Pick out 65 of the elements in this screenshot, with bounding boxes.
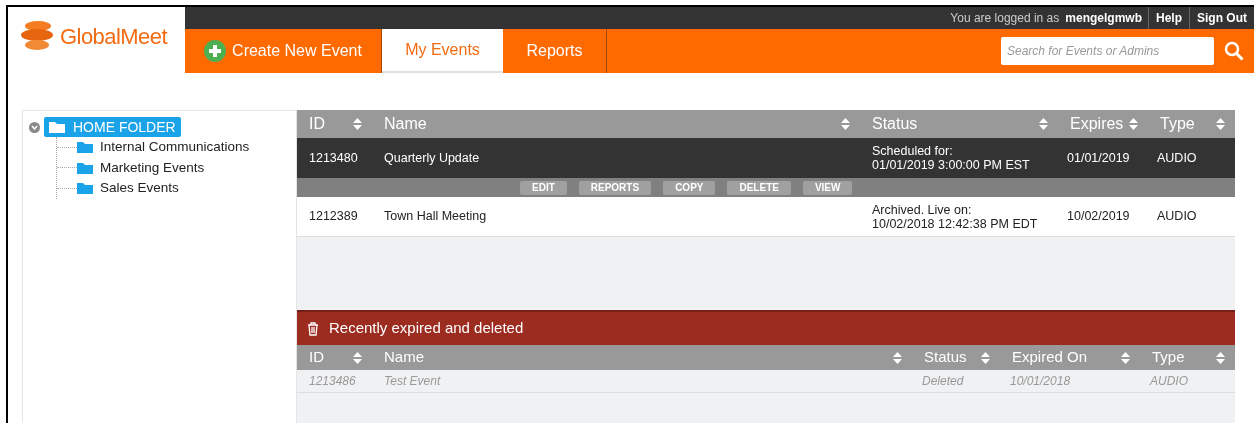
sort-icon[interactable] (1129, 118, 1138, 130)
column-header[interactable]: ID (309, 346, 324, 369)
table-cell-text: Town Hall Meeting (383, 208, 488, 226)
search-field[interactable]: Search for Events or Admins (1001, 37, 1214, 65)
action-button[interactable]: DELETE (727, 180, 791, 195)
sort-icon[interactable] (893, 351, 902, 364)
folder-item[interactable]: Marketing Events (77, 157, 205, 178)
action-button[interactable]: VIEW (802, 180, 853, 195)
plus-icon (204, 40, 227, 62)
table-cell-text: AUDIO (1148, 373, 1189, 390)
folder-item[interactable]: Internal Communications (77, 137, 250, 158)
table-cell-text: AUDIO (1156, 208, 1198, 226)
folder-icon (77, 182, 93, 195)
table-cell-text: 01/01/2019 (1066, 149, 1131, 167)
column-header[interactable]: Status (872, 112, 918, 136)
column-header[interactable]: Type (1152, 346, 1185, 369)
table-cell-text: Deleted (921, 373, 965, 390)
trash-icon (307, 321, 319, 336)
sort-icon[interactable] (1121, 351, 1130, 364)
create-event-button[interactable]: Create New Event (185, 29, 382, 73)
status-text: Scheduled for: (872, 144, 954, 158)
column-header[interactable]: Name (384, 346, 424, 369)
table-cell-text: 1213486 (308, 373, 357, 390)
folder-item[interactable]: Sales Events (77, 178, 179, 199)
table-cell-text: 10/01/2018 (1009, 373, 1072, 390)
table-cell-text: Quarterly Update (383, 149, 481, 167)
globe-logo-icon (20, 20, 56, 52)
status-text: 10/02/2018 12:42:38 PM EDT (872, 216, 1039, 231)
nav-tab[interactable]: Reports (503, 29, 607, 73)
table-cell-text: 10/02/2019 (1066, 208, 1131, 226)
brand-name: GlobalMeet (60, 22, 167, 51)
sort-icon[interactable] (353, 351, 362, 364)
column-header[interactable]: Expired On (1012, 346, 1088, 369)
sort-icon[interactable] (981, 351, 990, 364)
folder-item[interactable]: HOME FOLDER (44, 117, 181, 137)
column-header[interactable]: ID (309, 112, 325, 136)
table-row[interactable]: 1212389 Town Hall Meeting Archived. Live on: 10/02/2018 12:42:38 PM EDT 10/02/2019 AUDIO (297, 197, 1235, 237)
status-text: 01/01/2019 3:00:00 PM EST (872, 158, 1031, 172)
table-row[interactable]: 1213480 Quarterly Update Scheduled for: 01/01/2019 3:00:00 PM EST 01/01/2019 AUDIO (297, 138, 1235, 178)
folder-icon (49, 121, 65, 133)
table-cell-text: Test Event (383, 373, 442, 390)
column-header[interactable]: Name (384, 112, 427, 136)
section-title: Recently expired and deleted (329, 318, 524, 339)
username: mengelgmwb (1065, 10, 1143, 27)
login-text: You are logged in as (950, 10, 1061, 27)
folder-icon (77, 141, 93, 154)
sort-icon[interactable] (1216, 351, 1225, 364)
action-button[interactable]: COPY (663, 180, 716, 195)
sort-icon[interactable] (1216, 118, 1225, 130)
sort-icon[interactable] (353, 118, 362, 130)
column-header[interactable]: Type (1160, 112, 1195, 136)
column-header[interactable]: Expires (1070, 112, 1124, 136)
action-button[interactable]: EDIT (520, 180, 567, 195)
table-cell-text: 1212389 (308, 208, 359, 226)
action-button[interactable]: REPORTS (578, 180, 652, 195)
table-cell-text: 1213480 (308, 149, 359, 167)
collapse-icon[interactable] (29, 121, 40, 133)
sort-icon[interactable] (1039, 118, 1048, 130)
column-header[interactable]: Status (924, 346, 967, 369)
search-icon[interactable] (1224, 41, 1244, 61)
folder-icon (77, 161, 93, 174)
sort-icon[interactable] (841, 118, 850, 130)
table-cell-text: AUDIO (1156, 149, 1198, 167)
nav-tab[interactable]: My Events (382, 29, 503, 73)
status-text: Archived. Live on: (872, 202, 973, 217)
